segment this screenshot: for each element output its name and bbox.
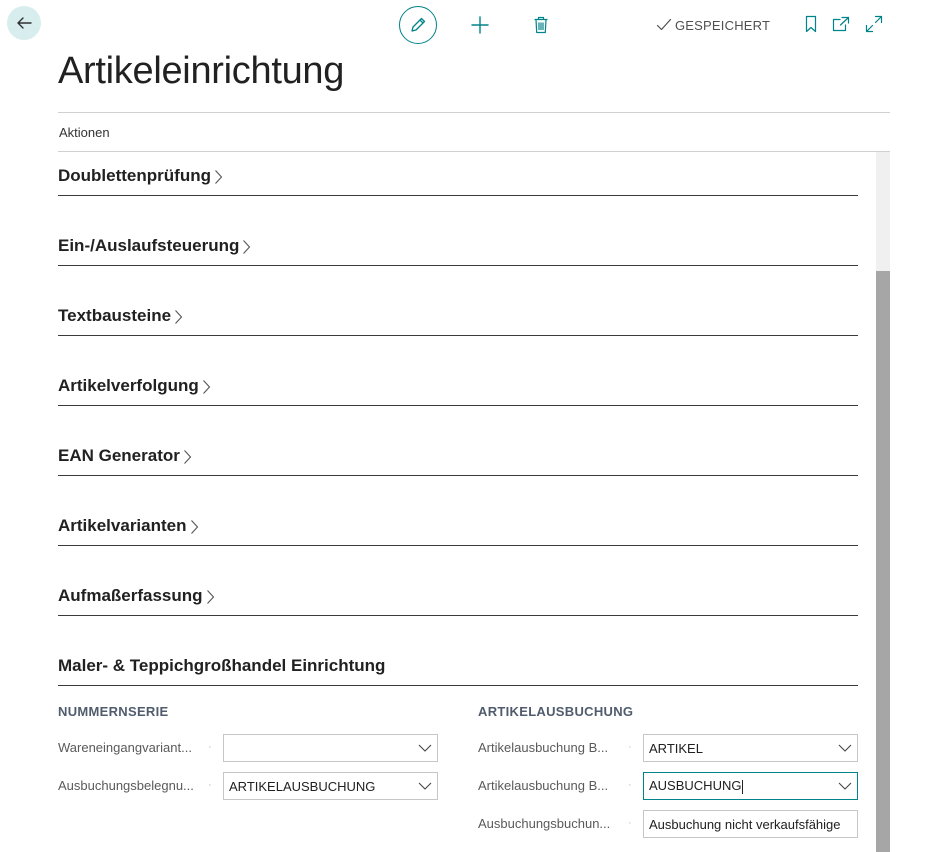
field-label-wareneingangvariant: Wareneingangvariant... <box>58 740 192 755</box>
divider <box>58 112 890 113</box>
field-separator: · <box>628 779 632 791</box>
fasttab-label: Artikelverfolgung <box>58 376 199 395</box>
wareneingangvariant-select[interactable] <box>223 734 438 762</box>
fasttab-textbausteine[interactable]: Textbausteine <box>58 306 858 336</box>
fasttab-ein-auslaufsteuerung[interactable]: Ein-/Auslaufsteuerung <box>58 236 858 266</box>
select-value: AUSBUCHUNG <box>649 778 833 794</box>
ausbuchungsbelegnummer-select[interactable]: ARTIKELAUSBUCHUNG <box>223 772 438 800</box>
field-label-artikelausbuchung-buchblatt: Artikelausbuchung B... <box>478 740 609 755</box>
fasttab-label: Maler- & Teppichgroßhandel Einrichtung <box>58 656 386 675</box>
chevron-right-icon <box>174 309 183 325</box>
fasttab-label: Artikelvarianten <box>58 516 187 535</box>
bookmark-button[interactable] <box>802 13 820 35</box>
back-button[interactable] <box>7 6 41 40</box>
trash-icon <box>534 16 548 34</box>
chevron-right-icon <box>214 169 223 185</box>
chevron-down-icon <box>413 744 437 752</box>
fasttab-label: Aufmaßerfassung <box>58 586 203 605</box>
chevron-right-icon <box>183 449 192 465</box>
chevron-down-icon <box>833 744 857 752</box>
chevron-right-icon <box>190 519 199 535</box>
field-separator: · <box>208 741 212 753</box>
artikelausbuchung-vorlage-select[interactable]: ARTIKEL <box>643 734 858 762</box>
expand-icon <box>865 15 883 33</box>
fasttab-artikelvarianten[interactable]: Artikelvarianten <box>58 516 858 546</box>
group-heading-nummernserie: NUMMERNSERIE <box>58 704 169 719</box>
checkmark-icon <box>656 18 672 31</box>
field-label-ausbuchungsbelegnummer: Ausbuchungsbelegnu... <box>58 778 194 793</box>
saved-status: GESPEICHERT <box>656 16 770 34</box>
select-value: ARTIKEL <box>649 740 703 756</box>
fasttab-label: Textbausteine <box>58 306 172 325</box>
expand-button[interactable] <box>864 13 884 35</box>
select-value: ARTIKELAUSBUCHUNG <box>229 778 376 794</box>
edit-button[interactable] <box>399 6 437 44</box>
open-in-new-window-button[interactable] <box>831 13 851 35</box>
field-separator: · <box>628 817 632 829</box>
fasttab-ean-generator[interactable]: EAN Generator <box>58 446 858 476</box>
actions-menu[interactable]: Aktionen <box>59 125 110 140</box>
field-separator: · <box>208 779 212 791</box>
chevron-right-icon <box>206 589 215 605</box>
bookmark-icon <box>805 15 817 33</box>
new-button[interactable] <box>468 12 492 38</box>
arrow-left-icon <box>17 17 32 29</box>
chevron-right-icon <box>202 379 211 395</box>
fasttab-label: EAN Generator <box>58 446 180 465</box>
page-title: Artikeleinrichtung <box>58 50 345 92</box>
group-heading-artikelausbuchung: ARTIKELAUSBUCHUNG <box>478 704 634 719</box>
ausbuchungsbuchungstext-input[interactable]: Ausbuchung nicht verkaufsfähige <box>643 810 858 838</box>
fasttab-label: Doublettenprüfung <box>58 166 211 185</box>
divider <box>58 151 890 152</box>
fasttab-maler-teppichgrosshandel[interactable]: Maler- & Teppichgroßhandel Einrichtung <box>58 656 858 686</box>
delete-button[interactable] <box>530 12 552 38</box>
chevron-right-icon <box>242 239 251 255</box>
fasttab-aufmasserfassung[interactable]: Aufmaßerfassung <box>58 586 858 616</box>
fasttab-doublettenpruefung[interactable]: Doublettenprüfung <box>58 166 858 196</box>
pencil-icon <box>411 17 426 32</box>
field-separator: · <box>628 741 632 753</box>
field-label-ausbuchungsbuchungstext: Ausbuchungsbuchun... <box>478 816 611 831</box>
fasttab-label: Ein-/Auslaufsteuerung <box>58 236 240 255</box>
plus-icon <box>471 16 489 34</box>
chevron-down-icon <box>833 782 857 790</box>
saved-status-text: GESPEICHERT <box>675 17 771 33</box>
open-in-new-icon <box>832 16 850 32</box>
artikelausbuchung-buchblatt-select[interactable]: AUSBUCHUNG <box>643 772 858 800</box>
fasttab-artikelverfolgung[interactable]: Artikelverfolgung <box>58 376 858 406</box>
chevron-down-icon <box>413 782 437 790</box>
scrollbar-thumb[interactable] <box>876 271 890 852</box>
field-label-artikelausbuchung-buchblattname: Artikelausbuchung B... <box>478 778 609 793</box>
